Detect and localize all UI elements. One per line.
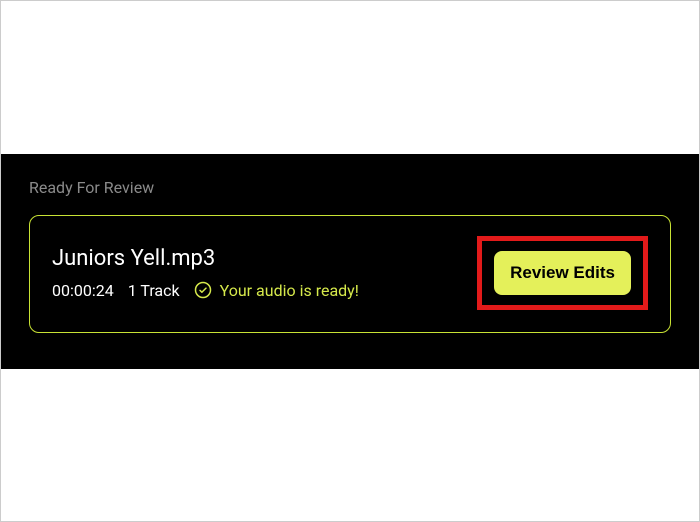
audio-track-count: 1 Track [128, 281, 180, 300]
review-panel: Ready For Review Juniors Yell.mp3 00:00:… [1, 154, 699, 369]
audio-item-card: Juniors Yell.mp3 00:00:24 1 Track Your a… [29, 215, 671, 333]
page-wrap: Ready For Review Juniors Yell.mp3 00:00:… [1, 154, 699, 369]
audio-filename: Juniors Yell.mp3 [52, 246, 461, 271]
audio-meta-row: 00:00:24 1 Track Your audio is ready! [52, 281, 461, 300]
audio-duration: 00:00:24 [52, 281, 114, 300]
annotation-highlight: Review Edits [477, 236, 648, 310]
check-circle-icon [194, 281, 212, 299]
audio-status-text: Your audio is ready! [220, 281, 359, 300]
section-title: Ready For Review [29, 178, 671, 197]
review-edits-button[interactable]: Review Edits [494, 251, 631, 295]
audio-status: Your audio is ready! [194, 281, 359, 300]
audio-item-info: Juniors Yell.mp3 00:00:24 1 Track Your a… [52, 246, 461, 300]
